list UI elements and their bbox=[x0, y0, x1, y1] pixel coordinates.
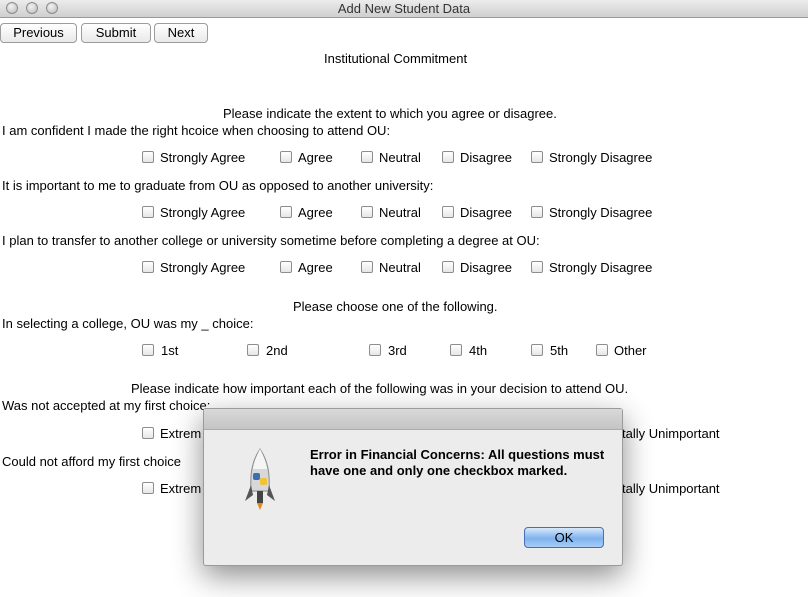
option-label: tally Unimportant bbox=[622, 426, 720, 441]
checkbox-1st[interactable] bbox=[142, 344, 154, 356]
dialog-top-strip bbox=[204, 409, 622, 430]
checkbox-agree[interactable] bbox=[280, 261, 292, 273]
error-dialog: Error in Financial Concerns: All questio… bbox=[203, 408, 623, 566]
window-titlebar: Add New Student Data bbox=[0, 0, 808, 18]
checkbox-other[interactable] bbox=[596, 344, 608, 356]
window-title: Add New Student Data bbox=[337, 1, 471, 16]
option-label: 5th bbox=[550, 343, 569, 358]
checkbox-agree[interactable] bbox=[280, 206, 292, 218]
checkbox-5th[interactable] bbox=[531, 344, 543, 356]
question-1-label: I am confident I made the right hcoice w… bbox=[2, 123, 391, 138]
checkbox-agree[interactable] bbox=[280, 151, 292, 163]
choice-question-label: In selecting a college, OU was my _ choi… bbox=[2, 316, 254, 331]
option-label: 4th bbox=[469, 343, 488, 358]
importance-question-1-label: Was not accepted at my first choice: bbox=[2, 398, 211, 413]
checkbox-neutral[interactable] bbox=[361, 151, 373, 163]
checkbox-strongly-disagree[interactable] bbox=[531, 261, 543, 273]
checkbox-strongly-disagree[interactable] bbox=[531, 206, 543, 218]
option-label: 2nd bbox=[266, 343, 288, 358]
ok-button[interactable]: OK bbox=[524, 527, 604, 548]
checkbox-disagree[interactable] bbox=[442, 206, 454, 218]
checkbox-extremely-important[interactable] bbox=[142, 482, 154, 494]
checkbox-2nd[interactable] bbox=[247, 344, 259, 356]
checkbox-neutral[interactable] bbox=[361, 261, 373, 273]
importance-question-2-label: Could not afford my first choice bbox=[2, 454, 181, 469]
option-label: Strongly Agree bbox=[160, 150, 246, 165]
section-title: Institutional Commitment bbox=[324, 51, 468, 66]
checkbox-extremely-important[interactable] bbox=[142, 427, 154, 439]
option-label: tally Unimportant bbox=[622, 481, 720, 496]
option-label: Neutral bbox=[379, 205, 421, 220]
checkbox-strongly-disagree[interactable] bbox=[531, 151, 543, 163]
next-button[interactable]: Next bbox=[154, 23, 208, 43]
python-rocket-icon bbox=[242, 447, 278, 511]
question-3-label: I plan to transfer to another college or… bbox=[2, 233, 540, 248]
option-label: Strongly Disagree bbox=[549, 150, 653, 165]
question-2-label: It is important to me to graduate from O… bbox=[2, 178, 434, 193]
option-label: Neutral bbox=[379, 260, 421, 275]
checkbox-neutral[interactable] bbox=[361, 206, 373, 218]
option-label: Strongly Agree bbox=[160, 260, 246, 275]
importance-instruction: Please indicate how important each of th… bbox=[131, 381, 629, 396]
option-label: Agree bbox=[298, 205, 333, 220]
agree-instruction: Please indicate the extent to which you … bbox=[223, 106, 557, 121]
option-label: Disagree bbox=[460, 150, 513, 165]
option-label: 1st bbox=[161, 343, 179, 358]
option-label: 3rd bbox=[388, 343, 407, 358]
option-label: Strongly Disagree bbox=[549, 205, 653, 220]
checkbox-strongly-agree[interactable] bbox=[142, 261, 154, 273]
checkbox-disagree[interactable] bbox=[442, 261, 454, 273]
option-label: Disagree bbox=[460, 205, 513, 220]
option-label: Neutral bbox=[379, 150, 421, 165]
checkbox-disagree[interactable] bbox=[442, 151, 454, 163]
previous-button[interactable]: Previous bbox=[0, 23, 77, 43]
option-label: Extrem bbox=[160, 481, 202, 496]
option-label: Extrem bbox=[160, 426, 202, 441]
dialog-message: Error in Financial Concerns: All questio… bbox=[310, 447, 605, 478]
option-label: Agree bbox=[298, 150, 333, 165]
option-label: Agree bbox=[298, 260, 333, 275]
checkbox-3rd[interactable] bbox=[369, 344, 381, 356]
checkbox-strongly-agree[interactable] bbox=[142, 151, 154, 163]
option-label: Other bbox=[614, 343, 647, 358]
checkbox-strongly-agree[interactable] bbox=[142, 206, 154, 218]
option-label: Strongly Disagree bbox=[549, 260, 653, 275]
option-label: Disagree bbox=[460, 260, 513, 275]
choice-instruction: Please choose one of the following. bbox=[293, 299, 498, 314]
checkbox-4th[interactable] bbox=[450, 344, 462, 356]
submit-button[interactable]: Submit bbox=[81, 23, 151, 43]
option-label: Strongly Agree bbox=[160, 205, 246, 220]
